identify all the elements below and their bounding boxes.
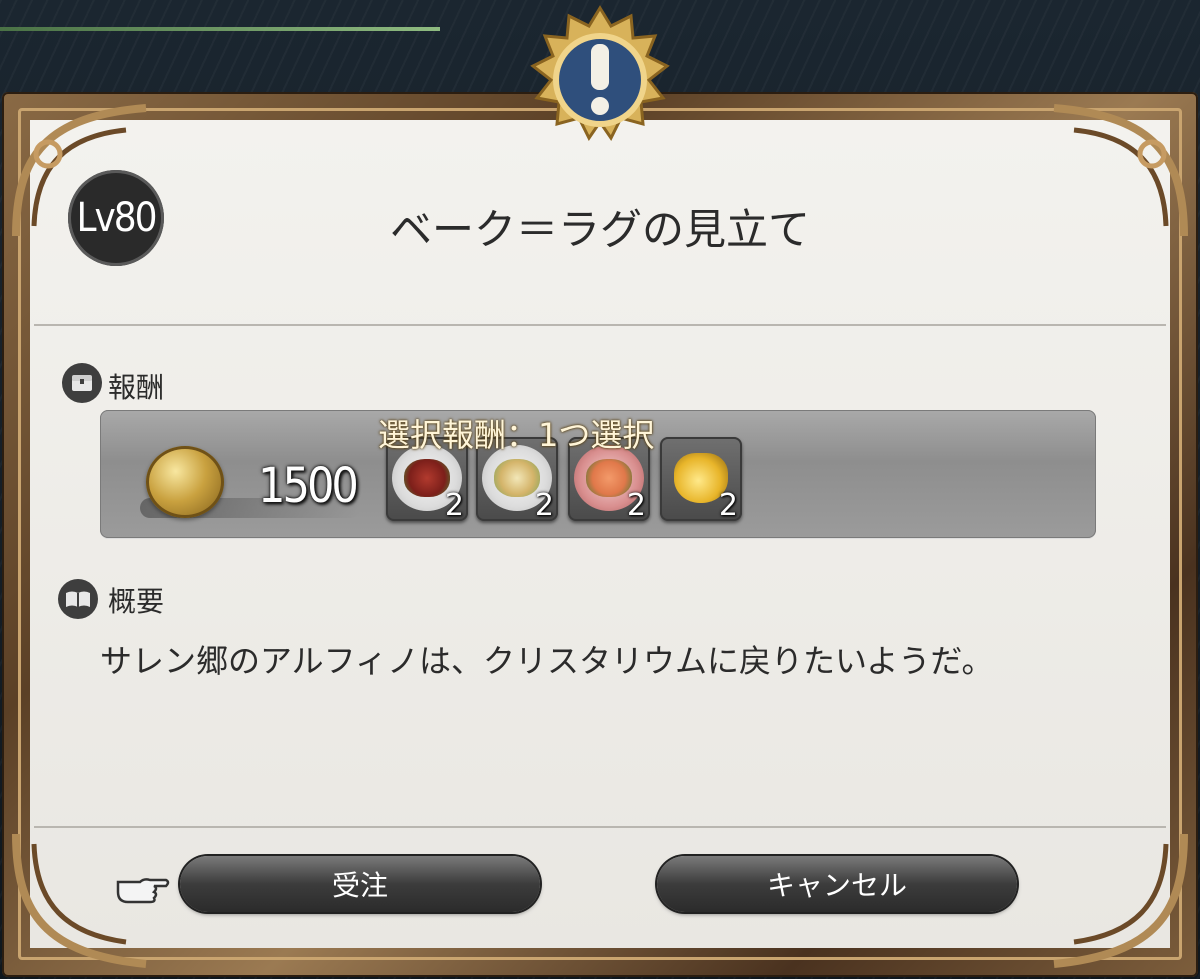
reward-item-qty: 2	[534, 488, 554, 523]
gil-coin-icon	[146, 446, 224, 518]
book-icon	[58, 579, 98, 619]
reward-item-qty: 2	[718, 488, 738, 523]
quest-exclamation-icon	[527, 4, 673, 154]
overview-text: サレン郷のアルフィノは、クリスタリウムに戻りたいようだ。	[100, 642, 994, 680]
reward-item-gil-bag[interactable]: 2	[660, 437, 742, 523]
hand-pointer-icon	[114, 868, 172, 908]
meat-dish-icon	[404, 459, 450, 497]
hp-bar-streak	[0, 27, 440, 31]
soup-dish-icon	[494, 459, 540, 497]
select-reward-label: 選択報酬：1つ選択	[378, 416, 655, 454]
reward-item-qty: 2	[444, 488, 464, 523]
cancel-button[interactable]: キャンセル	[657, 856, 1017, 912]
gil-amount: 1500	[258, 458, 359, 514]
overview-section-label: 概要	[108, 585, 165, 618]
quest-title: ベーク＝ラグの見立て	[389, 205, 810, 254]
reward-item-qty: 2	[626, 488, 646, 523]
rewards-section-label: 報酬	[108, 371, 165, 404]
divider-bottom	[34, 826, 1166, 828]
salmon-dish-icon	[586, 459, 632, 497]
reward-chest-icon	[62, 363, 102, 403]
accept-button[interactable]: 受注	[180, 856, 540, 912]
level-badge: Lv80	[68, 170, 164, 266]
divider-top	[34, 324, 1166, 326]
